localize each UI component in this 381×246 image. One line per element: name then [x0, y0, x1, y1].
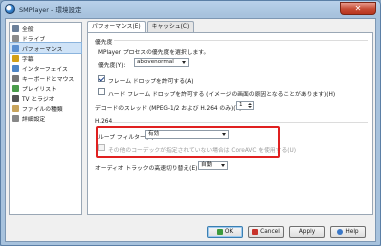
sidebar-item-label: 詳細設定 — [22, 116, 46, 123]
sidebar-item-interface[interactable]: インターフェイス — [10, 63, 81, 73]
sidebar-item-label: キーボードとマウス — [22, 76, 75, 83]
help-icon — [337, 229, 344, 235]
keyboard-mouse-icon — [12, 74, 19, 82]
window-title: SMPlayer - 環境設定 — [19, 6, 82, 14]
subtitles-icon — [12, 54, 19, 62]
title-bar[interactable]: SMPlayer - 環境設定 ✕ — [1, 1, 380, 17]
hard-frame-drop-checkbox[interactable] — [98, 88, 105, 95]
tab-cache[interactable]: キャッシュ(C) — [146, 21, 195, 32]
audio-track-switch-select[interactable]: 自動 — [198, 161, 228, 170]
help-button[interactable]: Help — [330, 226, 366, 238]
sidebar-item-general[interactable]: 全般 — [10, 23, 81, 33]
decode-threads-spinbox[interactable]: 1 — [236, 101, 254, 110]
sidebar-item-label: TV とラジオ — [22, 96, 55, 103]
frame-drop-label: フレーム ドロップを許可する(A) — [108, 79, 194, 85]
performance-icon — [12, 44, 19, 52]
file-types-icon — [12, 104, 19, 112]
h264-group-label: H.264 — [95, 119, 113, 125]
ok-check-icon — [216, 229, 223, 235]
sidebar-item-keyboard-mouse[interactable]: キーボードとマウス — [10, 73, 81, 83]
smplayer-app-icon — [5, 4, 15, 14]
spin-up-icon[interactable] — [248, 103, 252, 105]
help-button-label: Help — [345, 229, 359, 235]
preferences-window: SMPlayer - 環境設定 ✕ 全般ドライブパフォーマンス 字幕インターフェイ… — [0, 0, 381, 246]
sidebar-item-file-types[interactable]: ファイルの種類 — [10, 103, 81, 113]
audio-track-switch-label: オーディオ トラックの高速切り替え(E): — [95, 166, 200, 172]
sections-list[interactable]: 全般ドライブパフォーマンス 字幕インターフェイス キーボードとマウス プレイリスト TV… — [9, 22, 82, 215]
apply-button[interactable]: Apply — [289, 226, 325, 238]
sidebar-item-playlist[interactable]: プレイリスト — [10, 83, 81, 93]
sidebar-item-label: 字幕 — [22, 56, 34, 63]
annotation-highlight-box — [96, 126, 280, 158]
tab-bar: パフォーマンス(E) キャッシュ(C) — [87, 21, 195, 33]
drive-icon — [12, 34, 19, 42]
sidebar-item-tv[interactable]: TV とラジオ — [10, 93, 81, 103]
close-button[interactable]: ✕ — [340, 2, 376, 15]
cancel-x-icon — [252, 229, 259, 235]
sidebar-item-label: ファイルの種類 — [22, 106, 63, 113]
hard-frame-drop-label: ハード フレーム ドロップを許可する (イメージの画面の原因となることがあります… — [108, 92, 336, 98]
sidebar-item-subtitles[interactable]: 字幕 — [10, 53, 81, 63]
priority-divider — [114, 40, 368, 41]
priority-group-label: 優先度 — [95, 40, 113, 46]
audio-track-switch-value: 自動 — [201, 162, 213, 168]
sidebar-item-label: インターフェイス — [22, 66, 68, 73]
cancel-button-label: Cancel — [260, 229, 280, 235]
sidebar-item-label: プレイリスト — [22, 86, 57, 93]
priority-description: MPlayer プロセスの優先度を選択します。 — [98, 50, 210, 56]
priority-label: 優先度(Y): — [98, 63, 126, 69]
decode-threads-value: 1 — [239, 102, 243, 108]
general-icon — [12, 24, 19, 32]
sidebar-item-label: 全般 — [22, 26, 34, 33]
sidebar-item-advanced[interactable]: 詳細設定 — [10, 113, 81, 123]
cancel-button[interactable]: Cancel — [248, 226, 284, 238]
ok-button[interactable]: OK — [207, 226, 243, 238]
h264-divider — [112, 122, 368, 123]
chevron-down-icon — [221, 164, 225, 167]
spin-down-icon[interactable] — [248, 106, 252, 108]
apply-button-label: Apply — [298, 229, 316, 235]
priority-select[interactable]: abovenormal — [134, 58, 189, 67]
interface-icon — [12, 64, 19, 72]
performance-panel: 優先度 MPlayer プロセスの優先度を選択します。 優先度(Y): abov… — [87, 32, 373, 215]
decode-threads-label: デコードのスレッド (MPEG-1/2 および H.264 のみ)(T): — [95, 106, 244, 112]
sidebar-item-label: パフォーマンス — [22, 46, 63, 53]
sidebar-item-label: ドライブ — [22, 36, 46, 43]
advanced-icon — [12, 114, 19, 122]
sidebar-item-drive[interactable]: ドライブ — [10, 33, 81, 43]
sidebar-item-performance[interactable]: パフォーマンス — [9, 42, 82, 54]
tv-icon — [12, 94, 19, 102]
chevron-down-icon — [182, 61, 186, 64]
dialog-client-area: 全般ドライブパフォーマンス 字幕インターフェイス キーボードとマウス プレイリスト TV… — [5, 18, 376, 242]
frame-drop-checkbox[interactable] — [98, 75, 105, 82]
ok-button-label: OK — [224, 229, 234, 235]
priority-select-value: abovenormal — [137, 59, 174, 65]
playlist-icon — [12, 84, 19, 92]
